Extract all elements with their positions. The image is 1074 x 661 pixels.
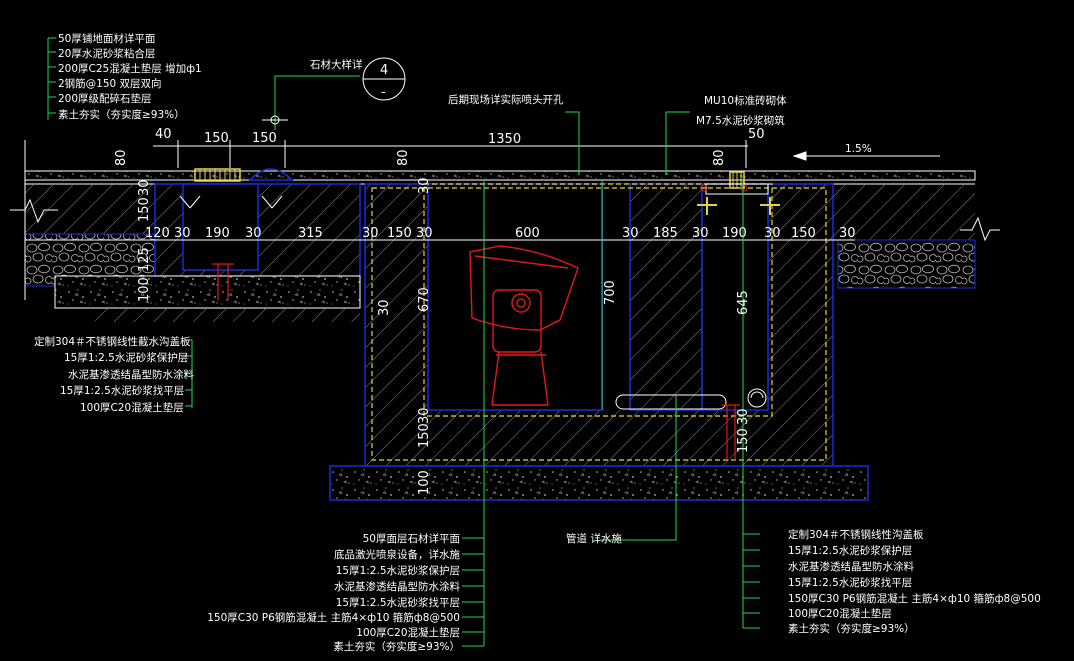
bottom-notes: 50厚面层石材详平面 底品激光喷泉设备，详水施 15厚1:2.5水泥砂浆保护层 …	[207, 532, 460, 653]
note-line: 素土夯实（夯实度≥93%）	[58, 108, 185, 121]
svg-text:150: 150	[387, 226, 412, 241]
svg-text:600: 600	[515, 226, 540, 241]
svg-text:150: 150	[137, 197, 152, 222]
top-dimensions: 40 150 150 1350 50	[155, 127, 765, 147]
svg-text:水泥基渗透结晶型防水涂料: 水泥基渗透结晶型防水涂料	[334, 580, 460, 593]
detail-callout-number: 4	[380, 63, 388, 78]
svg-text:40: 40	[155, 127, 172, 142]
svg-text:15厚1:2.5水泥砂浆保护层: 15厚1:2.5水泥砂浆保护层	[788, 544, 912, 557]
svg-text:150厚C30 P6钢筋混凝土 主筋4×ф10 箍筋ф8@: 150厚C30 P6钢筋混凝土 主筋4×ф10 箍筋ф8@500	[207, 611, 460, 624]
svg-text:100: 100	[417, 470, 432, 495]
main-chamber-inner	[427, 183, 604, 411]
svg-text:315: 315	[298, 226, 323, 241]
note-line: 50厚铺地面材详平面	[58, 32, 155, 45]
surface-slab	[24, 170, 976, 181]
svg-text:125: 125	[137, 247, 152, 272]
left-base-hatch	[95, 308, 360, 322]
svg-text:100厚C20混凝土垫层: 100厚C20混凝土垫层	[788, 607, 892, 620]
svg-text:700: 700	[603, 280, 618, 305]
right-channel	[701, 183, 769, 411]
svg-text:30: 30	[764, 226, 781, 241]
svg-text:30: 30	[137, 179, 152, 196]
svg-text:30: 30	[362, 226, 379, 241]
top-left-notes: 50厚铺地面材详平面 20厚水泥砂浆粘合层 200厚C25混凝土垫层 增加ф1 …	[58, 32, 202, 121]
svg-text:30: 30	[736, 408, 751, 425]
pipe-note: 管道 详水施	[566, 532, 622, 545]
svg-text:水泥基渗透结晶型防水涂料: 水泥基渗透结晶型防水涂料	[68, 368, 194, 381]
svg-text:150: 150	[791, 226, 816, 241]
svg-text:50: 50	[748, 127, 765, 142]
left-earth	[25, 184, 155, 234]
cad-section-drawing: 50厚铺地面材详平面 20厚水泥砂浆粘合层 200厚C25混凝土垫层 增加ф1 …	[10, 32, 1041, 653]
svg-text:素土夯实（夯实度≥93%）: 素土夯实（夯实度≥93%）	[333, 640, 460, 653]
svg-text:190: 190	[205, 226, 230, 241]
svg-text:底品激光喷泉设备，详水施: 底品激光喷泉设备，详水施	[334, 548, 460, 561]
mid-note: 后期现场详实际喷头开孔	[448, 93, 564, 106]
svg-text:30: 30	[692, 226, 709, 241]
svg-text:15厚1:2.5水泥砂浆找平层: 15厚1:2.5水泥砂浆找平层	[60, 384, 184, 397]
svg-text:100: 100	[137, 277, 152, 302]
left-trench-base	[54, 275, 361, 309]
svg-text:30: 30	[174, 226, 191, 241]
svg-text:100厚C20混凝土垫层: 100厚C20混凝土垫层	[80, 401, 184, 414]
note-line: 20厚水泥砂浆粘合层	[58, 47, 155, 60]
svg-text:150: 150	[417, 423, 432, 448]
svg-text:30: 30	[377, 299, 392, 316]
svg-text:100厚C20混凝土垫层: 100厚C20混凝土垫层	[356, 626, 460, 639]
svg-text:30: 30	[416, 226, 433, 241]
note-line: 200厚级配碎石垫层	[58, 92, 152, 105]
svg-text:80: 80	[114, 149, 129, 166]
svg-text:30: 30	[839, 226, 856, 241]
right-bottom-notes: 定制304＃不锈钢线性沟盖板 15厚1:2.5水泥砂浆保护层 水泥基渗透结晶型防…	[788, 528, 1041, 635]
svg-text:素土夯实（夯实度≥93%）: 素土夯实（夯实度≥93%）	[788, 622, 915, 635]
left-notes: 定制304＃不锈钢线性截水沟盖板 15厚1:2.5水泥砂浆保护层 水泥基渗透结晶…	[34, 335, 194, 414]
svg-text:80: 80	[396, 149, 411, 166]
svg-text:30: 30	[245, 226, 262, 241]
svg-text:150: 150	[204, 131, 229, 146]
detail-callout-label: 石材大样详	[310, 58, 363, 71]
structure	[10, 168, 1000, 501]
svg-text:645: 645	[736, 290, 751, 315]
svg-text:30: 30	[417, 177, 432, 194]
svg-text:1350: 1350	[488, 132, 521, 147]
svg-text:15厚1:2.5水泥砂浆找平层: 15厚1:2.5水泥砂浆找平层	[336, 596, 460, 609]
slope-label: 1.5%	[845, 143, 872, 155]
note-line: 200厚C25混凝土垫层 增加ф1	[58, 62, 202, 75]
right-note-2: M7.5水泥砂浆砌筑	[696, 114, 785, 127]
svg-text:120: 120	[145, 226, 170, 241]
svg-text:定制304＃不锈钢线性截水沟盖板: 定制304＃不锈钢线性截水沟盖板	[34, 335, 191, 348]
svg-text:150厚C30 P6钢筋混凝土 主筋4×ф10 箍筋ф8@: 150厚C30 P6钢筋混凝土 主筋4×ф10 箍筋ф8@500	[788, 592, 1041, 605]
svg-text:80: 80	[712, 149, 727, 166]
svg-text:190: 190	[722, 226, 747, 241]
detail-callout-sheet: -	[381, 85, 386, 100]
svg-text:670: 670	[417, 287, 432, 312]
svg-text:15厚1:2.5水泥砂浆保护层: 15厚1:2.5水泥砂浆保护层	[336, 564, 460, 577]
svg-text:水泥基渗透结晶型防水涂料: 水泥基渗透结晶型防水涂料	[788, 560, 914, 573]
svg-text:30: 30	[622, 226, 639, 241]
svg-text:50厚面层石材详平面: 50厚面层石材详平面	[363, 532, 460, 545]
svg-text:150: 150	[736, 428, 751, 453]
svg-text:15厚1:2.5水泥砂浆找平层: 15厚1:2.5水泥砂浆找平层	[788, 576, 912, 589]
brick-wall	[629, 183, 703, 411]
svg-text:150: 150	[252, 131, 277, 146]
right-gravel	[837, 239, 976, 289]
right-note-1: MU10标准砖砌体	[704, 94, 787, 107]
svg-text:15厚1:2.5水泥砂浆保护层: 15厚1:2.5水泥砂浆保护层	[64, 351, 188, 364]
svg-text:定制304＃不锈钢线性沟盖板: 定制304＃不锈钢线性沟盖板	[788, 528, 924, 541]
note-line: 2钢筋@150 双层双向	[58, 77, 162, 90]
bottom-base-slab	[329, 465, 869, 501]
svg-text:185: 185	[653, 226, 678, 241]
svg-text:30: 30	[417, 407, 432, 424]
